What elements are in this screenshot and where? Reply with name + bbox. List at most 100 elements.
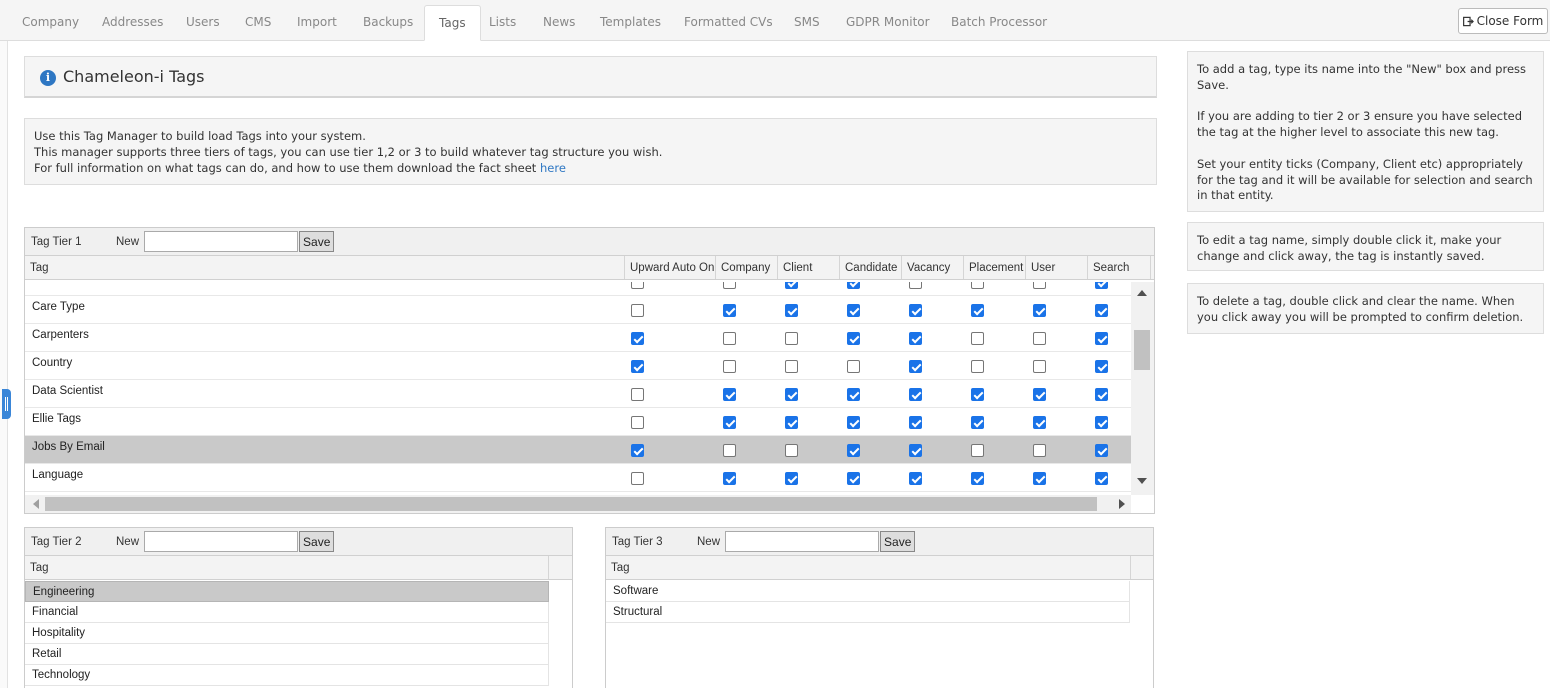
list-item[interactable]: Structural: [606, 602, 1130, 623]
checkbox-company[interactable]: [723, 360, 736, 373]
tier-1-vertical-scrollbar[interactable]: [1131, 282, 1154, 495]
checkbox-user[interactable]: [1033, 282, 1046, 289]
tag-name[interactable]: Jobs By Email: [32, 441, 105, 453]
list-item[interactable]: Software: [606, 581, 1130, 602]
checkbox-upward-auto-on[interactable]: [631, 444, 644, 457]
checkbox-user[interactable]: [1033, 304, 1046, 317]
tag-name[interactable]: Care Type: [32, 301, 85, 313]
checkbox-upward-auto-on[interactable]: [631, 282, 644, 289]
list-item[interactable]: Hospitality: [25, 623, 549, 644]
checkbox-upward-auto-on[interactable]: [631, 304, 644, 317]
table-row[interactable]: Language: [25, 464, 1131, 492]
tier-2-save-button[interactable]: Save: [299, 531, 335, 552]
tab-addresses[interactable]: Addresses: [88, 5, 177, 41]
tab-backups[interactable]: Backups: [349, 5, 427, 41]
checkbox-placement[interactable]: [971, 388, 984, 401]
tier-1-vertical-thumb[interactable]: [1134, 330, 1150, 370]
checkbox-candidate[interactable]: [847, 416, 860, 429]
tab-company[interactable]: Company: [8, 5, 93, 41]
scroll-down-icon[interactable]: [1137, 478, 1147, 484]
tier-3-new-input[interactable]: [725, 531, 880, 552]
checkbox-upward-auto-on[interactable]: [631, 472, 644, 485]
tier-2-column-tag[interactable]: Tag: [25, 556, 549, 579]
checkbox-company[interactable]: [723, 282, 736, 289]
tier-1-column-placement[interactable]: Placement: [964, 256, 1026, 279]
tab-import[interactable]: Import: [283, 5, 351, 41]
tier-2-new-input[interactable]: [144, 531, 299, 552]
tag-name[interactable]: Country: [32, 357, 72, 369]
table-row[interactable]: Jobs By Email: [25, 436, 1131, 464]
scroll-right-icon[interactable]: [1119, 499, 1125, 509]
checkbox-company[interactable]: [723, 416, 736, 429]
checkbox-vacancy[interactable]: [909, 444, 922, 457]
checkbox-vacancy[interactable]: [909, 304, 922, 317]
tier-3-save-button[interactable]: Save: [880, 531, 916, 552]
checkbox-user[interactable]: [1033, 472, 1046, 485]
tier-1-horizontal-thumb[interactable]: [45, 497, 1097, 511]
checkbox-vacancy[interactable]: [909, 332, 922, 345]
tab-news[interactable]: News: [529, 5, 589, 41]
checkbox-vacancy[interactable]: [909, 416, 922, 429]
fact-sheet-link[interactable]: here: [540, 161, 566, 175]
tier-3-column-tag[interactable]: Tag: [606, 556, 1131, 579]
scroll-up-icon[interactable]: [1137, 290, 1147, 296]
close-form-button[interactable]: Close Form: [1458, 8, 1548, 34]
tier-1-column-vacancy[interactable]: Vacancy: [902, 256, 964, 279]
checkbox-upward-auto-on[interactable]: [631, 416, 644, 429]
checkbox-company[interactable]: [723, 304, 736, 317]
checkbox-search[interactable]: [1095, 282, 1108, 289]
checkbox-search[interactable]: [1095, 360, 1108, 373]
tab-lists[interactable]: Lists: [475, 5, 530, 41]
checkbox-placement[interactable]: [971, 360, 984, 373]
checkbox-search[interactable]: [1095, 444, 1108, 457]
list-item[interactable]: Retail: [25, 644, 549, 665]
tab-batch-processor[interactable]: Batch Processor: [937, 5, 1061, 41]
checkbox-placement[interactable]: [971, 304, 984, 317]
checkbox-candidate[interactable]: [847, 444, 860, 457]
checkbox-placement[interactable]: [971, 416, 984, 429]
checkbox-candidate[interactable]: [847, 282, 860, 289]
tag-name[interactable]: Ellie Tags: [32, 413, 81, 425]
checkbox-company[interactable]: [723, 444, 736, 457]
checkbox-client[interactable]: [785, 332, 798, 345]
table-row[interactable]: Bounced Email: [25, 282, 1131, 296]
list-item[interactable]: Engineering: [25, 581, 549, 602]
tab-sms[interactable]: SMS: [780, 5, 834, 41]
checkbox-user[interactable]: [1033, 360, 1046, 373]
scroll-left-icon[interactable]: [33, 499, 39, 509]
checkbox-upward-auto-on[interactable]: [631, 360, 644, 373]
checkbox-company[interactable]: [723, 332, 736, 345]
checkbox-user[interactable]: [1033, 444, 1046, 457]
checkbox-vacancy[interactable]: [909, 472, 922, 485]
checkbox-client[interactable]: [785, 282, 798, 289]
tab-users[interactable]: Users: [172, 5, 234, 41]
checkbox-candidate[interactable]: [847, 472, 860, 485]
tab-formatted-cvs[interactable]: Formatted CVs: [670, 5, 787, 41]
checkbox-vacancy[interactable]: [909, 282, 922, 289]
checkbox-client[interactable]: [785, 472, 798, 485]
checkbox-upward-auto-on[interactable]: [631, 332, 644, 345]
checkbox-candidate[interactable]: [847, 388, 860, 401]
tier-1-column-client[interactable]: Client: [778, 256, 840, 279]
tab-gdpr-monitor[interactable]: GDPR Monitor: [832, 5, 944, 41]
checkbox-candidate[interactable]: [847, 304, 860, 317]
table-row[interactable]: Carpenters: [25, 324, 1131, 352]
checkbox-client[interactable]: [785, 444, 798, 457]
list-item[interactable]: Financial: [25, 602, 549, 623]
checkbox-candidate[interactable]: [847, 332, 860, 345]
checkbox-upward-auto-on[interactable]: [631, 388, 644, 401]
tab-tags[interactable]: Tags: [424, 5, 481, 41]
checkbox-client[interactable]: [785, 416, 798, 429]
checkbox-vacancy[interactable]: [909, 360, 922, 373]
table-row[interactable]: Data Scientist: [25, 380, 1131, 408]
checkbox-candidate[interactable]: [847, 360, 860, 373]
panel-toggle-handle[interactable]: [2, 389, 11, 419]
checkbox-company[interactable]: [723, 472, 736, 485]
checkbox-search[interactable]: [1095, 304, 1108, 317]
table-row[interactable]: Care Type: [25, 296, 1131, 324]
table-row[interactable]: Country: [25, 352, 1131, 380]
checkbox-user[interactable]: [1033, 332, 1046, 345]
checkbox-search[interactable]: [1095, 388, 1108, 401]
tag-name[interactable]: Carpenters: [32, 329, 89, 341]
checkbox-vacancy[interactable]: [909, 388, 922, 401]
